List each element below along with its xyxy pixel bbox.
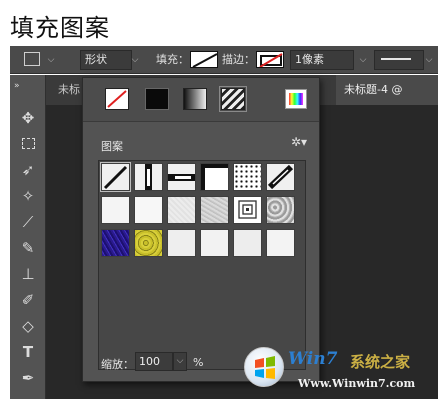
stroke-label: 描边：	[222, 53, 255, 66]
pattern-white-paper-2[interactable]	[134, 196, 163, 224]
pattern-square-spiral[interactable]	[233, 196, 262, 224]
pattern-vertical-bar[interactable]	[134, 163, 163, 191]
color-picker-button[interactable]	[285, 89, 307, 109]
stroke-width-input[interactable]: 1像素	[290, 50, 354, 70]
chevron-down-icon[interactable]: ⌵	[128, 50, 142, 70]
watermark: Win7 系统之家 Www.Winwin7.com	[240, 345, 435, 397]
options-bar: ⌵ 形状 ⌵ 填充： 描边： 1像素 ⌵ ⌵	[10, 46, 438, 74]
eraser-tool-icon[interactable]: ◇	[14, 315, 42, 337]
watermark-tagline: 系统之家	[350, 353, 411, 371]
pattern-section-label: 图案	[101, 140, 123, 153]
fill-none-button[interactable]	[105, 88, 129, 110]
watermark-brand: Win7	[288, 349, 338, 369]
pattern-light-gray[interactable]	[167, 196, 196, 224]
stroke-style-select[interactable]	[374, 50, 424, 70]
pattern-light-texture-2[interactable]	[200, 229, 229, 257]
pattern-white-paper[interactable]	[101, 196, 130, 224]
history-brush-icon[interactable]: ✐	[14, 289, 42, 311]
pattern-corner-frame[interactable]	[200, 163, 229, 191]
pattern-light-texture-4[interactable]	[266, 229, 295, 257]
pattern-horizontal-bar[interactable]	[167, 163, 196, 191]
pattern-yellow-texture[interactable]	[134, 229, 163, 257]
chevron-down-icon[interactable]: ⌵	[44, 50, 58, 70]
mode-select[interactable]: 形状	[80, 50, 132, 70]
stroke-swatch[interactable]	[256, 51, 284, 68]
watermark-url: Www.Winwin7.com	[298, 377, 416, 390]
page-heading: 填充图案	[10, 14, 110, 42]
chevron-down-icon[interactable]: ⌵	[356, 50, 370, 70]
tool-preset-picker[interactable]	[24, 52, 40, 66]
pattern-blue-texture[interactable]	[101, 229, 130, 257]
lasso-tool-icon[interactable]: ➶	[14, 159, 42, 181]
brush-tool-icon[interactable]: ✎	[14, 237, 42, 259]
fill-swatch[interactable]	[190, 51, 218, 68]
fill-solid-button[interactable]	[145, 88, 169, 110]
fill-type-row	[83, 78, 319, 122]
pen-tool-icon[interactable]: ✒	[14, 367, 42, 389]
stamp-tool-icon[interactable]: ⊥	[14, 263, 42, 285]
move-tool-icon[interactable]: ✥	[14, 107, 42, 129]
zoom-unit: %	[193, 356, 204, 369]
pattern-gray-marble[interactable]	[266, 196, 295, 224]
chevron-down-icon[interactable]: ⌵	[173, 352, 187, 371]
marquee-tool-icon[interactable]	[14, 133, 42, 155]
pattern-gray-noise[interactable]	[200, 196, 229, 224]
type-tool-icon[interactable]: T	[14, 341, 42, 363]
tools-panel: » ✥ ➶ ✧ ⟋ ✎ ⊥ ✐ ◇ T ✒	[10, 75, 46, 399]
fill-gradient-button[interactable]	[183, 88, 207, 110]
eyedropper-tool-icon[interactable]: ⟋	[14, 211, 42, 233]
pattern-light-texture-3[interactable]	[233, 229, 262, 257]
pattern-dots[interactable]	[233, 163, 262, 191]
pattern-diagonal-stripe[interactable]	[266, 163, 295, 191]
zoom-input[interactable]: 100	[135, 352, 173, 371]
fill-label: 填充：	[156, 53, 189, 66]
pattern-grid	[98, 160, 306, 370]
fill-pattern-button[interactable]	[219, 86, 247, 112]
zoom-label: 缩放：	[101, 358, 134, 371]
pattern-diagonal-line[interactable]	[100, 162, 131, 192]
fill-popup-panel: 图案 ✲▾ 缩放： 100 ⌵ %	[82, 77, 320, 382]
pattern-light-texture[interactable]	[167, 229, 196, 257]
chevron-down-icon[interactable]: ⌵	[422, 50, 436, 70]
tab-untitled-4[interactable]: 未标题-4 @ 100%	[336, 75, 438, 126]
magic-wand-tool-icon[interactable]: ✧	[14, 185, 42, 207]
collapse-icon[interactable]: »	[14, 75, 42, 97]
gear-icon[interactable]: ✲▾	[291, 135, 307, 149]
windows-logo-icon	[244, 347, 284, 387]
